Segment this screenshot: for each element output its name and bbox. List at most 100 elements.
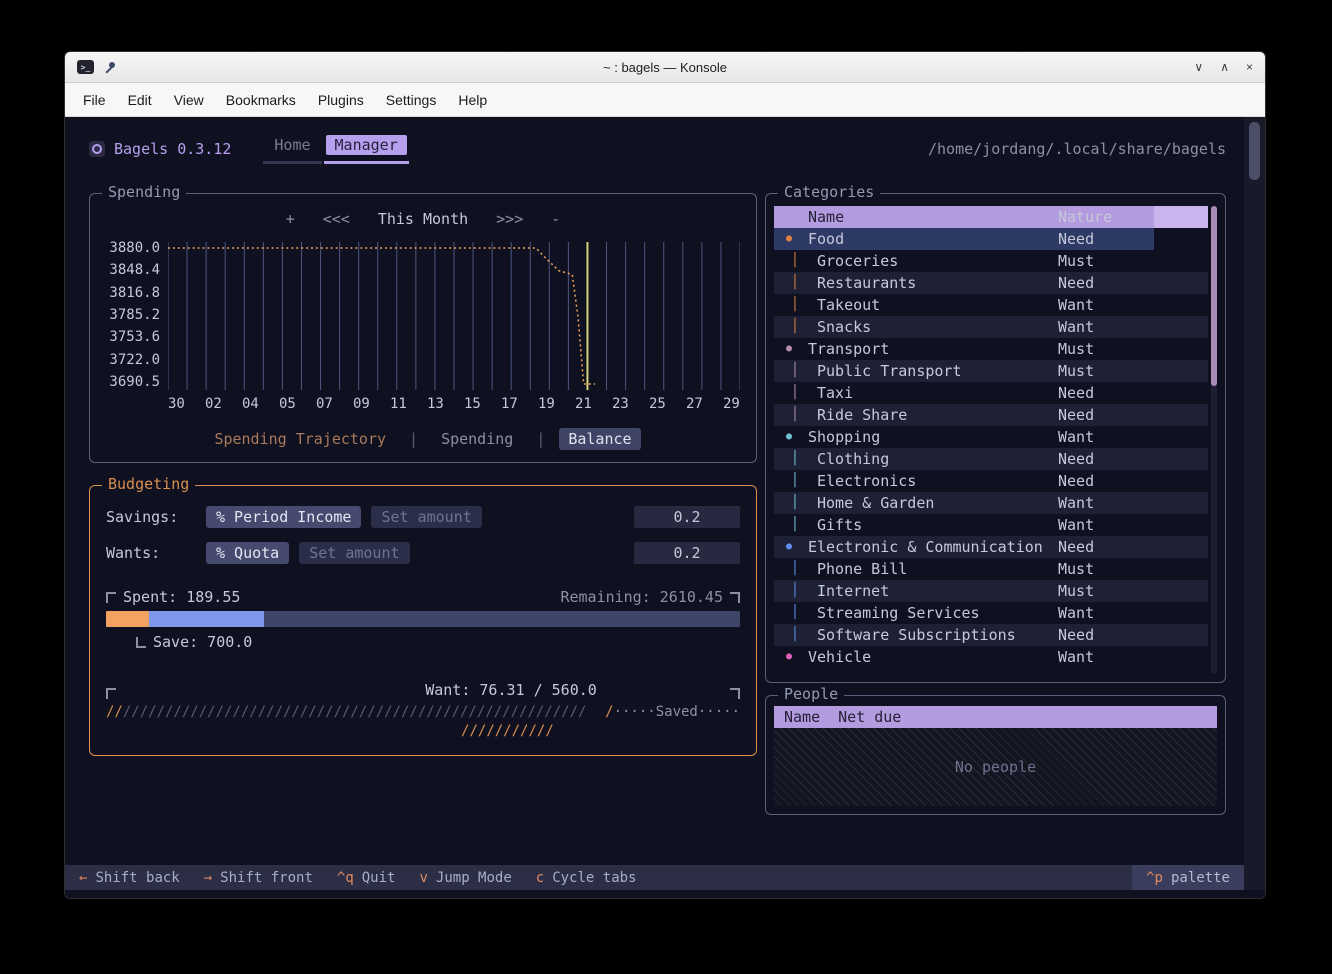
palette-key: ^p [1146,870,1163,886]
category-row[interactable]: │SnacksWant [774,316,1208,338]
category-row-main: │GiftsWant [774,514,1154,536]
category-row[interactable]: │Software SubscriptionsNeed [774,624,1208,646]
category-row[interactable]: ●ShoppingWant [774,426,1208,448]
header-name[interactable]: Name [808,206,1058,228]
category-row[interactable]: │Ride ShareNeed [774,404,1208,426]
savings-set-amount[interactable]: Set amount [371,506,481,528]
category-row-main: ●Electronic & CommunicationNeed [774,536,1154,558]
y-axis-label: 3690.5 [106,374,160,390]
category-row[interactable]: │InternetMust [774,580,1208,602]
category-row[interactable]: │Home & GardenWant [774,492,1208,514]
balance-chart [168,240,740,390]
view-spending-trajectory[interactable]: Spending Trajectory [205,428,395,450]
hint-cycle-tabs[interactable]: c Cycle tabs [536,870,637,886]
category-row[interactable]: │TaxiNeed [774,382,1208,404]
want-hatch-mid: ////////////////////////////////////////… [123,704,605,720]
tree-line-icon: │ [774,514,808,536]
categories-scroll-thumb[interactable] [1211,206,1217,386]
hint-quit[interactable]: ^qQuit [337,870,396,886]
category-row[interactable]: ●Electronic & CommunicationNeed [774,536,1208,558]
category-row[interactable]: │ElectronicsNeed [774,470,1208,492]
y-axis-label: 3816.8 [106,285,160,301]
menu-item-file[interactable]: File [73,88,116,112]
minimize-icon[interactable]: ∨ [1194,60,1203,74]
prev-period-button[interactable]: <<< [323,210,350,228]
category-row[interactable]: │GroceriesMust [774,250,1208,272]
menu-item-settings[interactable]: Settings [376,88,447,112]
category-row-tail [1154,272,1208,294]
categories-header[interactable]: Name Nature [774,206,1208,228]
hint-shift-back[interactable]: ←Shift back [79,870,180,886]
category-row[interactable]: │Streaming ServicesWant [774,602,1208,624]
menu-item-help[interactable]: Help [448,88,497,112]
view-spending[interactable]: Spending [432,428,522,450]
hint-key: c [536,870,544,886]
palette-shortcut[interactable]: ^p palette [1132,865,1244,890]
category-row-tail [1154,338,1208,360]
category-name: Electronic & Communication [808,536,1058,558]
category-row-tail [1154,646,1208,668]
maximize-icon[interactable]: ∧ [1220,60,1229,74]
category-row-main: │RestaurantsNeed [774,272,1154,294]
savings--period-income[interactable]: % Period Income [206,506,361,528]
close-icon[interactable]: × [1246,60,1253,74]
terminal-scroll-thumb[interactable] [1249,122,1260,180]
tree-line-icon: │ [774,558,808,580]
hint-label: Shift back [95,870,179,886]
categories-scrollbar[interactable] [1211,206,1217,674]
terminal-content: Bagels 0.3.12 HomeManager /home/jordang/… [65,117,1244,865]
category-row[interactable]: │RestaurantsNeed [774,272,1208,294]
category-nature: Need [1058,448,1154,470]
want-bracket-left [106,688,116,699]
category-row[interactable]: │GiftsWant [774,514,1208,536]
category-row-main: │ClothingNeed [774,448,1154,470]
category-row[interactable]: ●VehicleWant [774,646,1208,668]
spending-panel: Spending + <<< This Month >>> - 3880.038… [89,193,757,463]
menu-item-edit[interactable]: Edit [118,88,162,112]
people-header[interactable]: Name Net due [774,706,1217,728]
category-row[interactable]: │ClothingNeed [774,448,1208,470]
menu-item-plugins[interactable]: Plugins [308,88,374,112]
pin-icon[interactable] [103,60,117,74]
menu-item-view[interactable]: View [164,88,214,112]
header-nature[interactable]: Nature [1058,206,1154,228]
zoom-in-button[interactable]: + [286,210,295,228]
x-axis-label: 15 [464,396,481,412]
category-row-tail [1154,470,1208,492]
tree-line-icon: │ [774,470,808,492]
hint-jump-mode[interactable]: vJump Mode [419,870,511,886]
category-row-tail [1154,448,1208,470]
x-axis-label: 05 [279,396,296,412]
app-title: Bagels 0.3.12 [114,140,231,158]
chart-y-axis: 3880.03848.43816.83785.23753.63722.03690… [106,240,168,390]
window-titlebar[interactable]: >_ ~ : bagels — Konsole ∨ ∧ × [65,52,1265,83]
wants--quota[interactable]: % Quota [206,542,289,564]
category-row[interactable]: │Phone BillMust [774,558,1208,580]
category-row[interactable]: │TakeoutWant [774,294,1208,316]
terminal-scrollbar[interactable] [1244,117,1265,890]
y-axis-label: 3785.2 [106,307,160,323]
menu-item-bookmarks[interactable]: Bookmarks [216,88,306,112]
x-axis-label: 21 [575,396,592,412]
view-balance[interactable]: Balance [559,428,640,450]
wants-set-amount[interactable]: Set amount [299,542,409,564]
category-row-main: │Home & GardenWant [774,492,1154,514]
x-axis-label: 13 [427,396,444,412]
people-panel: People Name Net due No people [765,695,1226,815]
hint-label: Cycle tabs [552,870,636,886]
tab-manager[interactable]: Manager [324,134,409,164]
wants-value-field[interactable]: 0.2 [634,542,740,564]
category-nature: Need [1058,272,1154,294]
x-axis-label: 27 [686,396,703,412]
category-row[interactable]: │Public TransportMust [774,360,1208,382]
next-period-button[interactable]: >>> [496,210,523,228]
zoom-out-button[interactable]: - [551,210,560,228]
savings-value-field[interactable]: 0.2 [634,506,740,528]
category-row[interactable]: ●FoodNeed [774,228,1208,250]
hint-shift-front[interactable]: →Shift front [204,870,313,886]
category-row-main: ●ShoppingWant [774,426,1154,448]
category-row[interactable]: ●TransportMust [774,338,1208,360]
header-tail [1154,206,1208,228]
category-row-tail [1154,536,1208,558]
tab-home[interactable]: Home [263,134,321,164]
